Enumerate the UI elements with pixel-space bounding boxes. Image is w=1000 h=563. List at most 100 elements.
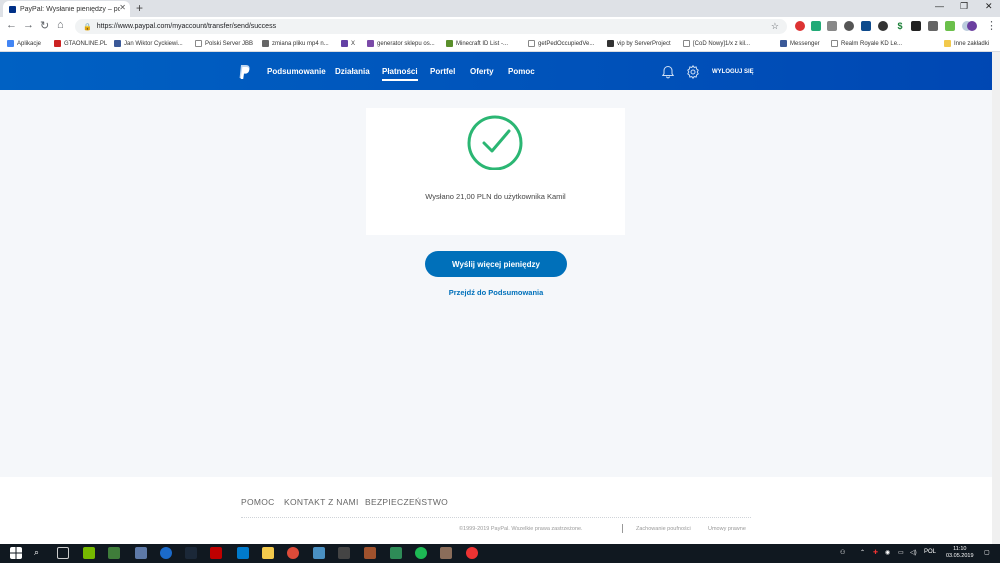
file-explorer-icon[interactable] <box>262 547 274 559</box>
page-icon <box>831 40 838 47</box>
task-view-icon[interactable] <box>57 547 69 559</box>
forward-icon[interactable]: → <box>23 19 34 31</box>
profile-avatar[interactable] <box>967 21 977 31</box>
paypal-header: Podsumowanie Działania Płatności Portfel… <box>0 52 1000 90</box>
clock-date: 03.05.2019 <box>946 553 974 559</box>
minecraft-icon <box>446 40 453 47</box>
facebook-icon <box>114 40 121 47</box>
new-tab-icon[interactable]: + <box>136 1 143 15</box>
bookmark-star-icon[interactable]: ☆ <box>771 21 779 32</box>
search-icon[interactable]: ⌕ <box>34 547 39 558</box>
gear-icon[interactable] <box>686 65 700 79</box>
bookmark-item[interactable]: [CoD Nowy]1/x z kil... <box>683 40 750 47</box>
app-icon[interactable] <box>364 547 376 559</box>
bookmark-item[interactable]: Aplikacje <box>7 40 41 47</box>
send-more-money-button[interactable]: Wyślij więcej pieniędzy <box>425 251 567 277</box>
menu-icon[interactable]: ⋮ <box>986 19 997 32</box>
bookmark-item[interactable]: Minecraft ID List -... <box>446 40 508 47</box>
go-to-summary-link[interactable]: Przejdź do Podsumowania <box>396 288 596 297</box>
minimize-icon[interactable]: — <box>935 1 944 11</box>
volume-icon[interactable]: ◁) <box>910 549 917 556</box>
nvidia-icon[interactable] <box>83 547 95 559</box>
nav-platnosci[interactable]: Płatności <box>382 67 418 81</box>
app-icon[interactable] <box>390 547 402 559</box>
browser-tab-strip: PayPal: Wysłanie pieniędzy – pot ✕ + — ❐… <box>0 0 1000 17</box>
bookmark-item[interactable]: Jan Wiktor Cyckiewi... <box>114 40 183 47</box>
paypal-logo-icon[interactable] <box>238 65 250 79</box>
bookmark-favicon-icon <box>54 40 61 47</box>
bookmark-item[interactable]: X <box>341 40 355 47</box>
logout-link[interactable]: WYLOGUJ SIĘ <box>712 69 754 75</box>
close-window-icon[interactable]: ✕ <box>985 1 993 12</box>
chrome-icon[interactable] <box>287 547 299 559</box>
chevron-up-icon[interactable]: ⌃ <box>860 549 865 556</box>
footer: POMOC KONTAKT Z NAMI BEZPIECZEŃSTWO ©199… <box>0 477 1000 544</box>
people-icon[interactable]: ⚇ <box>840 549 845 556</box>
app-icon[interactable] <box>466 547 478 559</box>
privacy-link[interactable]: Zachowanie poufności <box>636 526 691 532</box>
bookmark-item[interactable]: getPedOccupiedVe... <box>528 40 594 47</box>
bookmark-item[interactable]: GTAONLINE.PL <box>54 40 107 47</box>
bookmark-item[interactable]: vip by ServerProject <box>607 40 671 47</box>
pin-extension-icon[interactable] <box>911 21 921 31</box>
address-bar[interactable]: 🔒 https://www.paypal.com/myaccount/trans… <box>75 19 787 34</box>
nav-dzialania[interactable]: Działania <box>335 67 370 76</box>
close-tab-icon[interactable]: ✕ <box>119 3 126 12</box>
cloud-extension-icon[interactable] <box>844 21 854 31</box>
spotify-icon[interactable] <box>415 547 427 559</box>
bell-icon[interactable] <box>661 65 675 79</box>
bookmark-item[interactable]: Polski Server JBB <box>195 40 253 47</box>
terms-link[interactable]: Umowy prawne <box>708 526 746 532</box>
system-clock[interactable]: 11:10 03.05.2019 <box>946 546 974 560</box>
steam-icon[interactable] <box>185 547 197 559</box>
extension-icon[interactable] <box>945 21 955 31</box>
footer-divider <box>241 517 751 518</box>
lock-icon: 🔒 <box>83 23 92 31</box>
nav-podsumowanie[interactable]: Podsumowanie <box>267 67 326 76</box>
app-icon[interactable] <box>338 547 350 559</box>
browser-tab[interactable]: PayPal: Wysłanie pieniędzy – pot ✕ <box>3 1 130 17</box>
filezilla-icon[interactable] <box>210 547 222 559</box>
windows-start-icon[interactable] <box>10 547 22 559</box>
nav-portfel[interactable]: Portfel <box>430 67 455 76</box>
vscode-icon[interactable] <box>237 547 249 559</box>
bookmark-item[interactable]: zmiana pliku mp4 n... <box>262 40 329 47</box>
bookmarks-bar: Aplikacje GTAONLINE.PL Jan Wiktor Cyckie… <box>0 36 1000 52</box>
dollar-extension-icon[interactable]: $ <box>895 21 905 31</box>
twitch-icon <box>341 40 348 47</box>
nav-pomoc[interactable]: Pomoc <box>508 67 535 76</box>
extension-icon[interactable] <box>878 21 888 31</box>
footer-link-help[interactable]: POMOC <box>241 497 275 507</box>
back-icon[interactable]: ← <box>6 19 17 31</box>
facebook-icon <box>780 40 787 47</box>
app-icon[interactable] <box>135 547 147 559</box>
extension-adblock-icon[interactable] <box>795 21 805 31</box>
maximize-icon[interactable]: ❐ <box>960 1 968 12</box>
tray-app-icon[interactable]: ✚ <box>873 549 878 556</box>
bookmark-item[interactable]: Messenger <box>780 40 820 47</box>
scrollbar[interactable] <box>992 52 1000 544</box>
reload-icon[interactable]: ↻ <box>40 19 49 32</box>
extension-icon[interactable] <box>811 21 821 31</box>
extension-icon[interactable] <box>861 21 871 31</box>
other-bookmarks[interactable]: Inne zakładki <box>944 40 989 47</box>
extension-icon[interactable] <box>827 21 837 31</box>
copyright-text: ©1999-2019 PayPal. Wszelkie prawa zastrz… <box>459 526 583 532</box>
language-indicator[interactable]: POL <box>924 549 936 555</box>
notifications-icon[interactable]: ▢ <box>984 549 990 556</box>
nav-oferty[interactable]: Oferty <box>470 67 494 76</box>
footer-link-security[interactable]: BEZPIECZEŃSTWO <box>365 497 448 507</box>
app-icon[interactable] <box>108 547 120 559</box>
app-icon[interactable] <box>313 547 325 559</box>
success-card: Wysłano 21,00 PLN do użytkownika Kamil <box>366 108 625 235</box>
network-icon[interactable]: ▭ <box>898 549 904 556</box>
url-text: https://www.paypal.com/myaccount/transfe… <box>96 23 277 30</box>
bookmark-item[interactable]: generator sklepu os... <box>367 40 435 47</box>
app-icon[interactable] <box>160 547 172 559</box>
bookmark-item[interactable]: Realm Royale KD Le... <box>831 40 902 47</box>
extension-icon[interactable] <box>928 21 938 31</box>
footer-link-contact[interactable]: KONTAKT Z NAMI <box>284 497 359 507</box>
app-icon[interactable] <box>440 547 452 559</box>
steam-tray-icon[interactable]: ◉ <box>885 549 890 556</box>
home-icon[interactable]: ⌂ <box>57 19 64 31</box>
